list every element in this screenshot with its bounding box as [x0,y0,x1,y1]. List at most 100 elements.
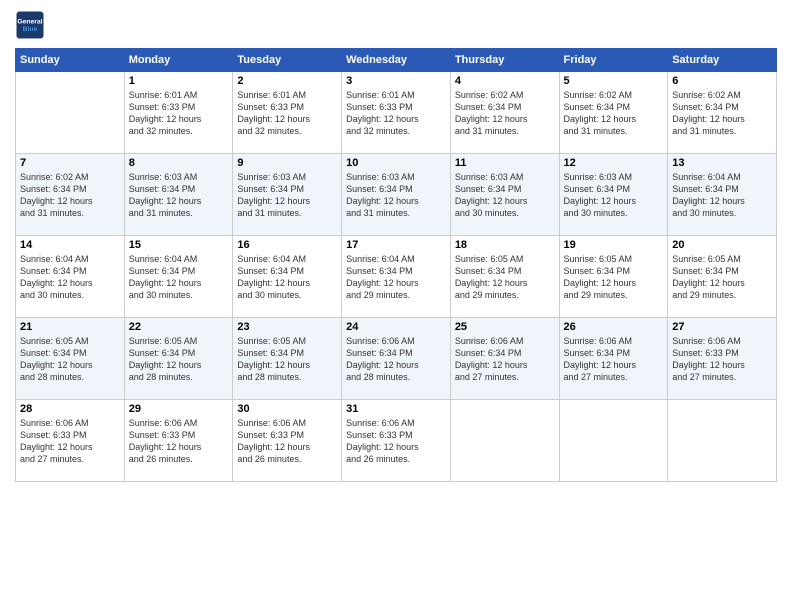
day-number: 6 [672,75,772,87]
day-number: 31 [346,403,446,415]
day-number: 30 [237,403,337,415]
day-info: Sunrise: 6:04 AMSunset: 6:34 PMDaylight:… [346,253,446,302]
day-number: 12 [564,157,664,169]
day-cell: 2 Sunrise: 6:01 AMSunset: 6:33 PMDaylight… [233,72,342,154]
day-info: Sunrise: 6:06 AMSunset: 6:34 PMDaylight:… [455,335,555,384]
calendar-container: General Blue SundayMondayTuesdayWednesda… [0,0,792,612]
day-info: Sunrise: 6:04 AMSunset: 6:34 PMDaylight:… [672,171,772,220]
day-number: 19 [564,239,664,251]
day-cell: 31 Sunrise: 6:06 AMSunset: 6:33 PMDayligh… [342,400,451,482]
week-row-1: 7 Sunrise: 6:02 AMSunset: 6:34 PMDaylight… [16,154,777,236]
day-cell: 18Sunrise: 6:05 AMSunset: 6:34 PMDayligh… [450,236,559,318]
day-cell: 7 Sunrise: 6:02 AMSunset: 6:34 PMDaylight… [16,154,125,236]
day-info: Sunrise: 6:01 AMSunset: 6:33 PMDaylight:… [129,89,229,138]
day-number: 27 [672,321,772,333]
day-info: Sunrise: 6:02 AMSunset: 6:34 PMDaylight:… [20,171,120,220]
day-cell: 30 Sunrise: 6:06 AMSunset: 6:33 PMDayligh… [233,400,342,482]
day-number: 22 [129,321,229,333]
day-number: 25 [455,321,555,333]
day-info: Sunrise: 6:06 AMSunset: 6:33 PMDaylight:… [20,417,120,466]
day-info: Sunrise: 6:06 AMSunset: 6:33 PMDaylight:… [129,417,229,466]
day-cell: 23 Sunrise: 6:05 AMSunset: 6:34 PMDayligh… [233,318,342,400]
day-cell: 26 Sunrise: 6:06 AMSunset: 6:34 PMDayligh… [559,318,668,400]
day-number: 14 [20,239,120,251]
day-info: Sunrise: 6:05 AMSunset: 6:34 PMDaylight:… [672,253,772,302]
day-cell: 24 Sunrise: 6:06 AMSunset: 6:34 PMDayligh… [342,318,451,400]
day-cell: 16Sunrise: 6:04 AMSunset: 6:34 PMDayligh… [233,236,342,318]
header-cell-monday: Monday [124,49,233,72]
week-row-2: 14 Sunrise: 6:04 AMSunset: 6:34 PMDayligh… [16,236,777,318]
day-info: Sunrise: 6:03 AMSunset: 6:34 PMDaylight:… [237,171,337,220]
day-cell: 6 Sunrise: 6:02 AMSunset: 6:34 PMDaylight… [668,72,777,154]
day-cell: 21 Sunrise: 6:05 AMSunset: 6:34 PMDayligh… [16,318,125,400]
day-info: Sunrise: 6:06 AMSunset: 6:34 PMDaylight:… [564,335,664,384]
day-cell: 13 Sunrise: 6:04 AMSunset: 6:34 PMDayligh… [668,154,777,236]
day-number: 10 [346,157,446,169]
header-row: SundayMondayTuesdayWednesdayThursdayFrid… [16,49,777,72]
day-info: Sunrise: 6:06 AMSunset: 6:33 PMDaylight:… [672,335,772,384]
day-cell: 25 Sunrise: 6:06 AMSunset: 6:34 PMDayligh… [450,318,559,400]
day-info: Sunrise: 6:06 AMSunset: 6:34 PMDaylight:… [346,335,446,384]
day-cell: 27 Sunrise: 6:06 AMSunset: 6:33 PMDayligh… [668,318,777,400]
day-info: Sunrise: 6:06 AMSunset: 6:33 PMDaylight:… [237,417,337,466]
calendar-table: SundayMondayTuesdayWednesdayThursdayFrid… [15,48,777,482]
day-number: 16 [237,239,337,251]
svg-text:Blue: Blue [23,26,38,33]
day-number: 13 [672,157,772,169]
day-number: 21 [20,321,120,333]
day-info: Sunrise: 6:02 AMSunset: 6:34 PMDaylight:… [672,89,772,138]
day-info: Sunrise: 6:03 AMSunset: 6:34 PMDaylight:… [455,171,555,220]
header-cell-sunday: Sunday [16,49,125,72]
day-info: Sunrise: 6:06 AMSunset: 6:33 PMDaylight:… [346,417,446,466]
day-info: Sunrise: 6:05 AMSunset: 6:34 PMDaylight:… [129,335,229,384]
day-number: 5 [564,75,664,87]
day-info: Sunrise: 6:02 AMSunset: 6:34 PMDaylight:… [455,89,555,138]
day-cell [450,400,559,482]
day-cell: 29Sunrise: 6:06 AMSunset: 6:33 PMDayligh… [124,400,233,482]
day-info: Sunrise: 6:04 AMSunset: 6:34 PMDaylight:… [20,253,120,302]
day-cell: 12Sunrise: 6:03 AMSunset: 6:34 PMDayligh… [559,154,668,236]
day-number: 11 [455,157,555,169]
day-number: 3 [346,75,446,87]
header-cell-wednesday: Wednesday [342,49,451,72]
header: General Blue [15,10,777,40]
day-cell: 22 Sunrise: 6:05 AMSunset: 6:34 PMDayligh… [124,318,233,400]
day-cell: 1 Sunrise: 6:01 AMSunset: 6:33 PMDaylight… [124,72,233,154]
day-info: Sunrise: 6:05 AMSunset: 6:34 PMDaylight:… [564,253,664,302]
day-number: 15 [129,239,229,251]
svg-text:General: General [17,19,42,26]
day-number: 2 [237,75,337,87]
day-number: 26 [564,321,664,333]
header-cell-saturday: Saturday [668,49,777,72]
day-cell: 19 Sunrise: 6:05 AMSunset: 6:34 PMDayligh… [559,236,668,318]
day-cell: 14 Sunrise: 6:04 AMSunset: 6:34 PMDayligh… [16,236,125,318]
day-cell: 10 Sunrise: 6:03 AMSunset: 6:34 PMDayligh… [342,154,451,236]
day-cell: 3Sunrise: 6:01 AMSunset: 6:33 PMDaylight… [342,72,451,154]
day-info: Sunrise: 6:03 AMSunset: 6:34 PMDaylight:… [129,171,229,220]
day-info: Sunrise: 6:05 AMSunset: 6:34 PMDaylight:… [237,335,337,384]
day-cell [668,400,777,482]
header-cell-thursday: Thursday [450,49,559,72]
day-number: 1 [129,75,229,87]
day-number: 8 [129,157,229,169]
day-cell: 8 Sunrise: 6:03 AMSunset: 6:34 PMDaylight… [124,154,233,236]
day-number: 24 [346,321,446,333]
day-cell: 15Sunrise: 6:04 AMSunset: 6:34 PMDayligh… [124,236,233,318]
day-cell: 28 Sunrise: 6:06 AMSunset: 6:33 PMDayligh… [16,400,125,482]
day-info: Sunrise: 6:03 AMSunset: 6:34 PMDaylight:… [346,171,446,220]
day-cell: 17 Sunrise: 6:04 AMSunset: 6:34 PMDayligh… [342,236,451,318]
day-cell [559,400,668,482]
day-number: 9 [237,157,337,169]
logo-icon: General Blue [15,10,45,40]
logo: General Blue [15,10,49,40]
day-info: Sunrise: 6:01 AMSunset: 6:33 PMDaylight:… [237,89,337,138]
day-number: 17 [346,239,446,251]
day-cell: 11 Sunrise: 6:03 AMSunset: 6:34 PMDayligh… [450,154,559,236]
day-number: 7 [20,157,120,169]
day-number: 23 [237,321,337,333]
day-info: Sunrise: 6:05 AMSunset: 6:34 PMDaylight:… [455,253,555,302]
day-info: Sunrise: 6:02 AMSunset: 6:34 PMDaylight:… [564,89,664,138]
day-cell: 5 Sunrise: 6:02 AMSunset: 6:34 PMDaylight… [559,72,668,154]
day-number: 28 [20,403,120,415]
day-info: Sunrise: 6:05 AMSunset: 6:34 PMDaylight:… [20,335,120,384]
